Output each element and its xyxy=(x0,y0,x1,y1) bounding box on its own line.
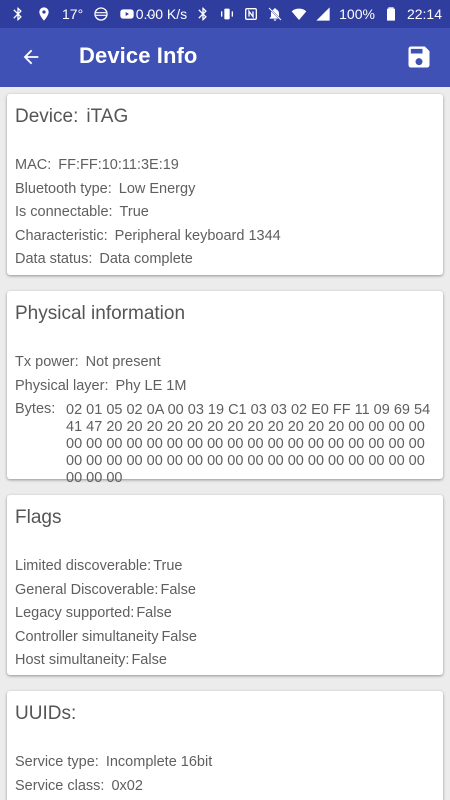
legacy-supported-value: False xyxy=(136,605,172,621)
data-status-value: Data complete xyxy=(99,251,193,267)
bytes-label: Bytes: xyxy=(15,401,56,417)
uuids-rows: Service type: Incomplete 16bit Service cl… xyxy=(15,751,435,798)
service-type-row: Service type: Incomplete 16bit xyxy=(15,751,435,775)
limited-discoverable-row: Limited discoverable: True xyxy=(15,555,435,579)
legacy-supported-row: Legacy supported: False xyxy=(15,602,435,626)
tx-power-label: Tx power: xyxy=(15,354,79,370)
nfc-icon xyxy=(243,6,259,22)
tx-power-value: Not present xyxy=(85,354,161,370)
service-type-value: Incomplete 16bit xyxy=(105,754,213,770)
service-class-label: Service class: xyxy=(15,777,105,794)
service-type-label: Service type: xyxy=(15,754,99,770)
controller-simultaneity-value: False xyxy=(161,628,197,645)
battery-percent-text: 100% xyxy=(339,6,375,22)
tx-power-row: Tx power: Not present xyxy=(15,351,435,375)
controller-simultaneity-row: Controller simultaneity False xyxy=(15,626,435,650)
host-simultaneity-row: Host simultaneity: False xyxy=(15,649,435,673)
battery-icon xyxy=(383,6,399,22)
characteristic-value: Peripheral keyboard 1344 xyxy=(114,227,281,244)
flags-rows: Limited discoverable: True General Discov… xyxy=(15,555,435,673)
bytes-row: Bytes: 02 01 05 02 0A 00 03 19 C1 03 03 … xyxy=(15,401,435,487)
data-status-label: Data status: xyxy=(15,251,93,267)
general-discoverable-label: General Discoverable: xyxy=(15,581,159,598)
physical-layer-label: Physical layer: xyxy=(15,377,109,394)
wifi-icon xyxy=(291,6,307,22)
status-bar-right: 0.00 K/s 100% 22:14 xyxy=(136,0,442,28)
arrow-back-icon xyxy=(23,49,39,65)
device-card-title: Device: iTAG xyxy=(15,104,435,130)
host-simultaneity-value: False xyxy=(131,652,167,668)
connectable-label: Is connectable: xyxy=(15,204,113,220)
bluetooth-type-row: Bluetooth type: Low Energy xyxy=(15,178,435,202)
flags-title: Flags xyxy=(15,507,62,528)
mac-row: MAC: FF:FF:10:11:3E:19 xyxy=(15,154,435,178)
save-button[interactable] xyxy=(402,40,436,74)
host-simultaneity-label: Host simultaneity: xyxy=(15,652,130,668)
characteristic-label: Characteristic: xyxy=(15,227,108,244)
uuids-title: UUIDs: xyxy=(15,703,77,724)
notifications-off-icon xyxy=(267,6,283,22)
legacy-supported-label: Legacy supported: xyxy=(15,605,135,621)
signal-icon xyxy=(315,6,331,22)
physical-layer-value: Phy LE 1M xyxy=(115,377,187,394)
page-title: Device Info xyxy=(79,43,198,68)
weather-globe-icon xyxy=(93,6,109,22)
physical-layer-row: Physical layer: Phy LE 1M xyxy=(15,375,435,399)
bluetooth-type-label: Bluetooth type: xyxy=(15,180,112,197)
bytes-value: 02 01 05 02 0A 00 03 19 C1 03 03 02 E0 F… xyxy=(66,402,435,486)
youtube-icon xyxy=(119,6,135,22)
general-discoverable-row: General Discoverable: False xyxy=(15,579,435,603)
mac-label: MAC: xyxy=(15,157,52,173)
temperature-text: 17° xyxy=(62,6,84,22)
uuids-card: UUIDs: Service type: Incomplete 16bit Ser… xyxy=(7,691,443,800)
bluetooth-type-value: Low Energy xyxy=(118,180,196,197)
status-bar: 17° ··· 0.00 K/s 100% 22:14 xyxy=(0,0,450,28)
data-status-row: Data status: Data complete xyxy=(15,248,435,272)
controller-simultaneity-label: Controller simultaneity xyxy=(15,628,159,645)
physical-info-title: Physical information xyxy=(15,303,186,324)
characteristic-row: Characteristic: Peripheral keyboard 1344 xyxy=(15,225,435,249)
device-info-rows: MAC: FF:FF:10:11:3E:19 Bluetooth type: Low… xyxy=(15,154,435,272)
vibrate-icon xyxy=(219,6,235,22)
service-class-row: Service class: 0x02 xyxy=(15,775,435,799)
limited-discoverable-value: True xyxy=(153,558,183,574)
bluetooth-icon xyxy=(10,6,26,22)
back-button[interactable] xyxy=(14,40,48,74)
app-bar: Device Info xyxy=(0,28,450,87)
limited-discoverable-label: Limited discoverable: xyxy=(15,558,152,574)
physical-info-card: Physical information Tx power: Not presen… xyxy=(7,291,443,486)
bluetooth-status-icon xyxy=(195,6,211,22)
location-icon xyxy=(36,6,52,22)
floppy-save-icon xyxy=(408,46,430,68)
general-discoverable-value: False xyxy=(160,581,196,598)
mac-value: FF:FF:10:11:3E:19 xyxy=(58,157,179,173)
physical-info-rows: Tx power: Not present Physical layer: Phy … xyxy=(15,351,435,487)
network-speed-text: 0.00 K/s xyxy=(135,6,188,22)
device-name: iTAG xyxy=(86,106,129,127)
flags-card: Flags Limited discoverable: True General … xyxy=(7,495,443,675)
service-class-value: 0x02 xyxy=(111,777,143,794)
clock-text: 22:14 xyxy=(406,6,442,22)
device-card: Device: iTAG MAC: FF:FF:10:11:3E:19 Blueto… xyxy=(7,94,443,275)
connectable-row: Is connectable: True xyxy=(15,201,435,225)
device-title-label: Device: xyxy=(15,106,79,127)
connectable-value: True xyxy=(119,204,149,220)
